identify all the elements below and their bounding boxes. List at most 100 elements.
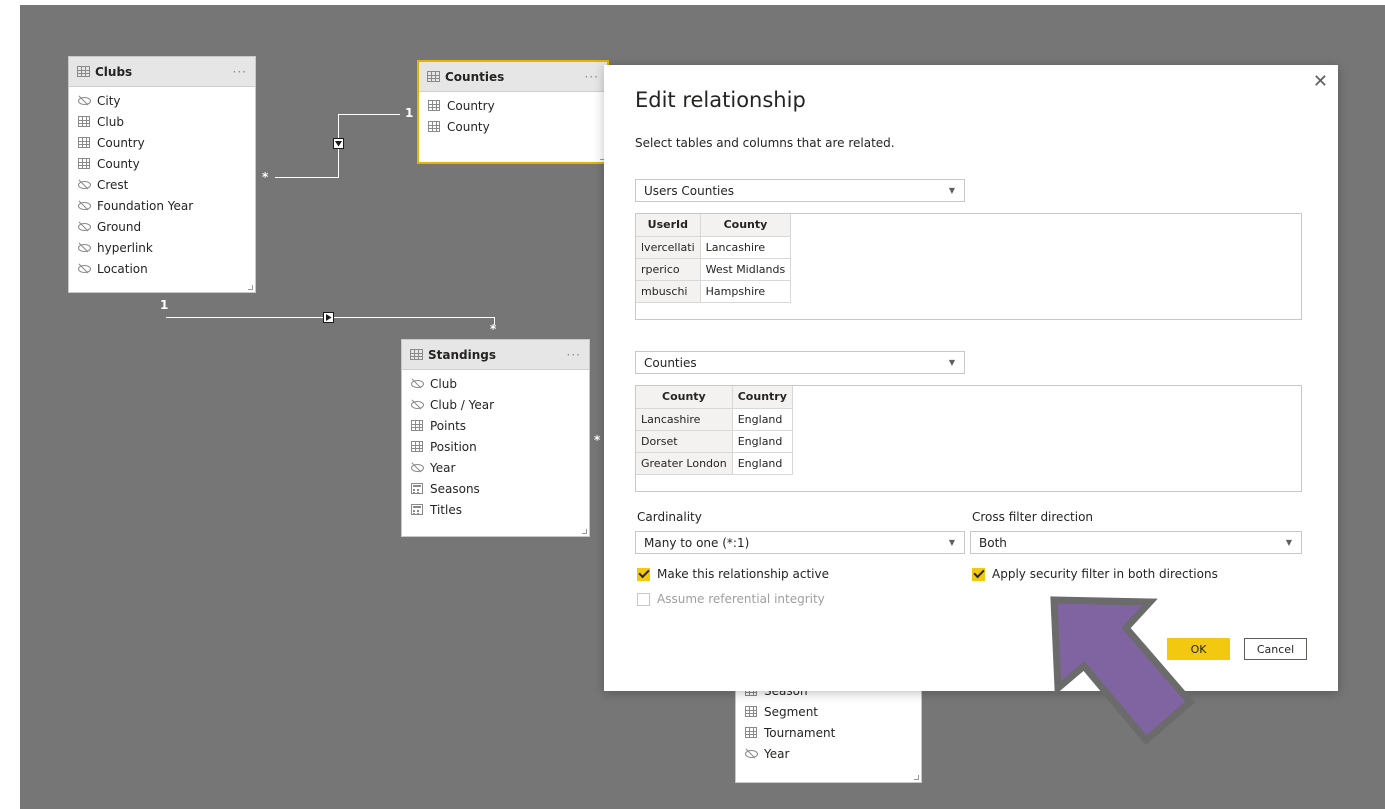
field-item[interactable]: Club: [69, 111, 255, 132]
field-item[interactable]: Seasons: [402, 478, 589, 499]
resize-handle-icon[interactable]: [248, 285, 253, 290]
edit-relationship-dialog: ✕ Edit relationship Select tables and co…: [604, 65, 1338, 691]
field-item[interactable]: County: [69, 153, 255, 174]
preview-row: Dorset England: [636, 430, 793, 453]
counties-field-list: Country County: [419, 92, 607, 137]
active-checkbox-label: Make this relationship active: [657, 567, 829, 581]
cancel-button[interactable]: Cancel: [1244, 638, 1307, 660]
field-name: County: [447, 119, 490, 134]
field-item[interactable]: Segment: [736, 701, 921, 722]
field-item[interactable]: Crest: [69, 174, 255, 195]
clubs-table-header[interactable]: Clubs ···: [69, 57, 255, 87]
filter-direction-down-icon[interactable]: [333, 138, 344, 149]
checkbox-checked-icon[interactable]: [637, 567, 650, 581]
table-column-icon: [411, 441, 423, 452]
relationship-many-label: *: [262, 170, 269, 184]
security-filter-checkbox[interactable]: Apply security filter in both directions: [972, 567, 1218, 581]
cross-filter-dropdown[interactable]: Both ▼: [970, 531, 1302, 554]
preview-cell: Dorset: [636, 430, 733, 453]
relationship-line-clubs-counties[interactable]: [338, 114, 400, 115]
preview-cell: England: [732, 430, 793, 453]
more-options-icon[interactable]: ···: [585, 70, 599, 84]
counties-table-header[interactable]: Counties ···: [419, 62, 607, 92]
resize-handle-icon[interactable]: [582, 529, 587, 534]
field-name: Segment: [764, 704, 818, 719]
field-name: City: [97, 93, 121, 108]
hidden-eye-icon: [78, 179, 91, 190]
field-item[interactable]: Tournament: [736, 722, 921, 743]
field-item[interactable]: Club: [402, 373, 589, 394]
field-item[interactable]: County: [419, 116, 607, 137]
field-item[interactable]: Position: [402, 436, 589, 457]
table-title: Standings: [428, 347, 496, 362]
standings-table-header[interactable]: Standings ···: [402, 340, 589, 370]
active-checkbox[interactable]: Make this relationship active: [637, 567, 829, 581]
table2-dropdown[interactable]: Counties ▼: [635, 351, 965, 374]
field-name: Ground: [97, 219, 142, 234]
table2-preview-grid[interactable]: County Country Lancashire England Dorset Engl…: [636, 386, 793, 475]
table-column-icon: [745, 727, 757, 738]
checkbox-unchecked-icon: [637, 592, 650, 606]
field-item[interactable]: Points: [402, 415, 589, 436]
checkbox-checked-icon[interactable]: [972, 567, 985, 581]
cross-filter-value: Both: [979, 535, 1007, 550]
table1-preview-grid[interactable]: UserId County lvercellati Lancashire rperico…: [636, 214, 792, 303]
calculator-icon: [411, 504, 423, 515]
field-item[interactable]: hyperlink: [69, 237, 255, 258]
field-name: Tournament: [764, 725, 836, 740]
preview-cell: West Midlands: [700, 258, 792, 281]
annotation-arrow-icon: [1050, 596, 1195, 745]
close-icon[interactable]: ✕: [1313, 71, 1328, 92]
preview-column-header[interactable]: County: [636, 386, 733, 409]
calculator-icon: [411, 483, 423, 494]
preview-column-header[interactable]: UserId: [636, 214, 701, 237]
table1-dropdown[interactable]: Users Counties ▼: [635, 179, 965, 202]
cardinality-dropdown[interactable]: Many to one (*:1) ▼: [635, 531, 965, 554]
table1-selected-value: Users Counties: [644, 183, 735, 198]
preview-header-row: County Country: [636, 386, 793, 409]
table-column-icon: [411, 420, 423, 431]
field-name: Year: [764, 746, 790, 761]
field-name: Position: [430, 439, 477, 454]
preview-cell: England: [732, 452, 793, 475]
field-item[interactable]: Ground: [69, 216, 255, 237]
preview-column-header[interactable]: County: [700, 214, 792, 237]
dialog-title: Edit relationship: [635, 88, 806, 112]
preview-row: Lancashire England: [636, 408, 793, 431]
hidden-eye-icon: [411, 399, 424, 410]
preview-cell: Hampshire: [700, 280, 792, 303]
relationship-line-clubs-counties[interactable]: [275, 177, 339, 178]
field-name: Location: [97, 261, 148, 276]
more-options-icon[interactable]: ···: [567, 348, 581, 362]
table2-selected-value: Counties: [644, 355, 697, 370]
field-item[interactable]: Country: [69, 132, 255, 153]
clubs-field-list: City Club Country County Crest Foundation Yea…: [69, 87, 255, 279]
field-item[interactable]: Foundation Year: [69, 195, 255, 216]
standings-field-list: Club Club / Year Points Position Year Seasons…: [402, 370, 589, 520]
chevron-down-icon: ▼: [948, 358, 955, 367]
more-options-icon[interactable]: ···: [233, 65, 247, 79]
field-name: Year: [430, 460, 456, 475]
cardinality-label: Cardinality: [637, 510, 702, 524]
preview-row: mbuschi Hampshire: [636, 280, 792, 303]
table-column-icon: [428, 121, 440, 132]
field-item[interactable]: Club / Year: [402, 394, 589, 415]
preview-row: rperico West Midlands: [636, 258, 792, 281]
clubs-table-card[interactable]: Clubs ··· City Club Country County Crest Foun…: [68, 56, 256, 293]
field-item[interactable]: Year: [402, 457, 589, 478]
counties-table-card[interactable]: Counties ··· Country County: [417, 60, 609, 164]
field-item[interactable]: Country: [419, 95, 607, 116]
field-item[interactable]: Titles: [402, 499, 589, 520]
standings-table-card[interactable]: Standings ··· Club Club / Year Points Posit…: [401, 339, 590, 537]
field-item[interactable]: Year: [736, 743, 921, 764]
filter-direction-right-icon[interactable]: [323, 312, 334, 323]
field-item[interactable]: City: [69, 90, 255, 111]
preview-column-header[interactable]: Country: [732, 386, 793, 409]
table-icon: [427, 71, 440, 82]
preview-cell: Lancashire: [636, 408, 733, 431]
resize-handle-icon[interactable]: [914, 775, 919, 780]
relationship-one-label: 1: [405, 106, 414, 120]
field-item[interactable]: Location: [69, 258, 255, 279]
hidden-eye-icon: [411, 462, 424, 473]
preview-row: lvercellati Lancashire: [636, 236, 792, 259]
